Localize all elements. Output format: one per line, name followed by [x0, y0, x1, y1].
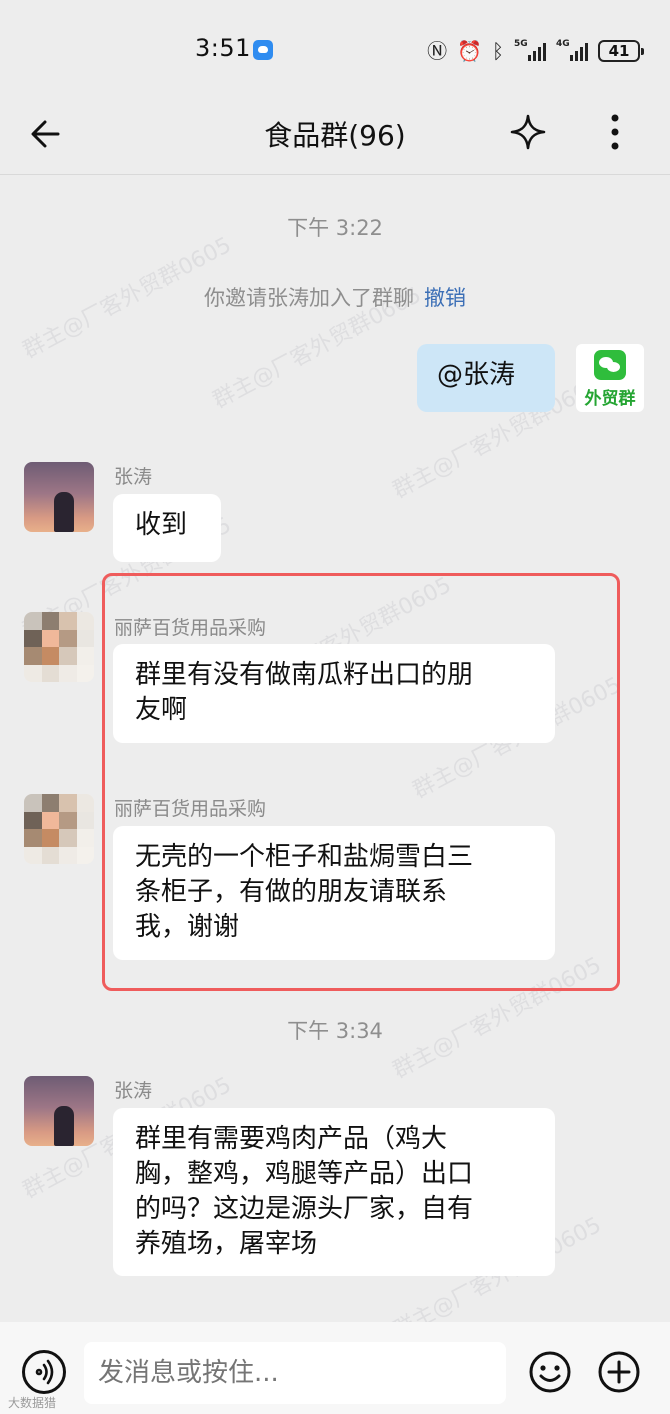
- message-bubble[interactable]: 无壳的一个柜子和盐焗雪白三 条柜子，有做的朋友请联系 我，谢谢: [113, 826, 555, 960]
- message-line: 无壳的一个柜子和盐焗雪白三: [135, 842, 474, 872]
- system-notice-text: 你邀请张涛加入了群聊: [204, 286, 414, 310]
- message-line: 我，谢谢: [135, 912, 240, 942]
- nfc-icon: Ⓝ: [427, 39, 448, 63]
- avatar-lisa-mosaic[interactable]: [24, 794, 94, 864]
- message-line: 群里有没有做南瓜籽出口的朋: [135, 660, 474, 690]
- notification-app-icon: [253, 40, 273, 60]
- sender-name: 张涛: [114, 466, 153, 488]
- voice-icon[interactable]: [22, 1350, 66, 1394]
- status-icons: Ⓝ ⏰ ᛒ 5G 4G 41: [427, 36, 644, 66]
- more-options-icon[interactable]: [600, 112, 630, 152]
- input-bar: [0, 1322, 670, 1414]
- message-line: 的吗？这边是源头厂家，自有: [135, 1194, 474, 1224]
- message-bubble[interactable]: 群里有需要鸡肉产品（鸡大 胸，整鸡，鸡腿等产品）出口 的吗？这边是源头厂家，自有…: [113, 1108, 555, 1276]
- my-avatar-label: 外贸群: [584, 389, 636, 409]
- alarm-icon: ⏰: [457, 39, 482, 63]
- message-line: 条柜子，有做的朋友请联系: [135, 877, 448, 907]
- signal-5g-icon: 5G: [514, 39, 546, 61]
- wechat-icon: [594, 350, 626, 380]
- emoji-icon[interactable]: [528, 1350, 572, 1394]
- timestamp: 下午 3:22: [287, 216, 383, 240]
- message-input[interactable]: [84, 1342, 506, 1404]
- system-notice: 你邀请张涛加入了群聊 撤销: [0, 282, 670, 312]
- sender-name: 张涛: [114, 1080, 153, 1102]
- header-divider: [0, 174, 670, 175]
- chat-header: 食品群(96): [0, 100, 670, 175]
- sender-name: 丽萨百货用品采购: [114, 617, 267, 639]
- bluetooth-icon: ᛒ: [492, 39, 504, 63]
- chat-title: 食品群(96): [264, 119, 406, 152]
- message-line: 友啊: [135, 695, 188, 725]
- my-avatar[interactable]: 外贸群: [576, 344, 644, 412]
- battery-icon: 41: [598, 40, 644, 62]
- undo-link[interactable]: 撤销: [424, 286, 466, 310]
- signal-4g-icon: 4G: [556, 39, 588, 61]
- sender-name: 丽萨百货用品采购: [114, 798, 267, 820]
- status-bar: 3:51 Ⓝ ⏰ ᛒ 5G 4G 41: [0, 0, 670, 100]
- corner-watermark: 大数据猎: [8, 1396, 57, 1410]
- add-icon[interactable]: [597, 1350, 641, 1394]
- avatar-lisa-mosaic[interactable]: [24, 612, 94, 682]
- message-line: 群里有需要鸡肉产品（鸡大: [135, 1124, 448, 1154]
- message-line: 胸，整鸡，鸡腿等产品）出口: [135, 1159, 474, 1189]
- avatar-zhangtao[interactable]: [24, 462, 94, 532]
- my-message-bubble[interactable]: @张涛: [417, 344, 555, 412]
- message-bubble[interactable]: 收到: [113, 494, 221, 562]
- timestamp: 下午 3:34: [287, 1019, 383, 1043]
- status-time: 3:51: [195, 34, 251, 62]
- avatar-zhangtao[interactable]: [24, 1076, 94, 1146]
- message-bubble[interactable]: 群里有没有做南瓜籽出口的朋 友啊: [113, 644, 555, 743]
- message-line: 养殖场，屠宰场: [135, 1229, 318, 1259]
- sparkle-icon[interactable]: [508, 112, 548, 152]
